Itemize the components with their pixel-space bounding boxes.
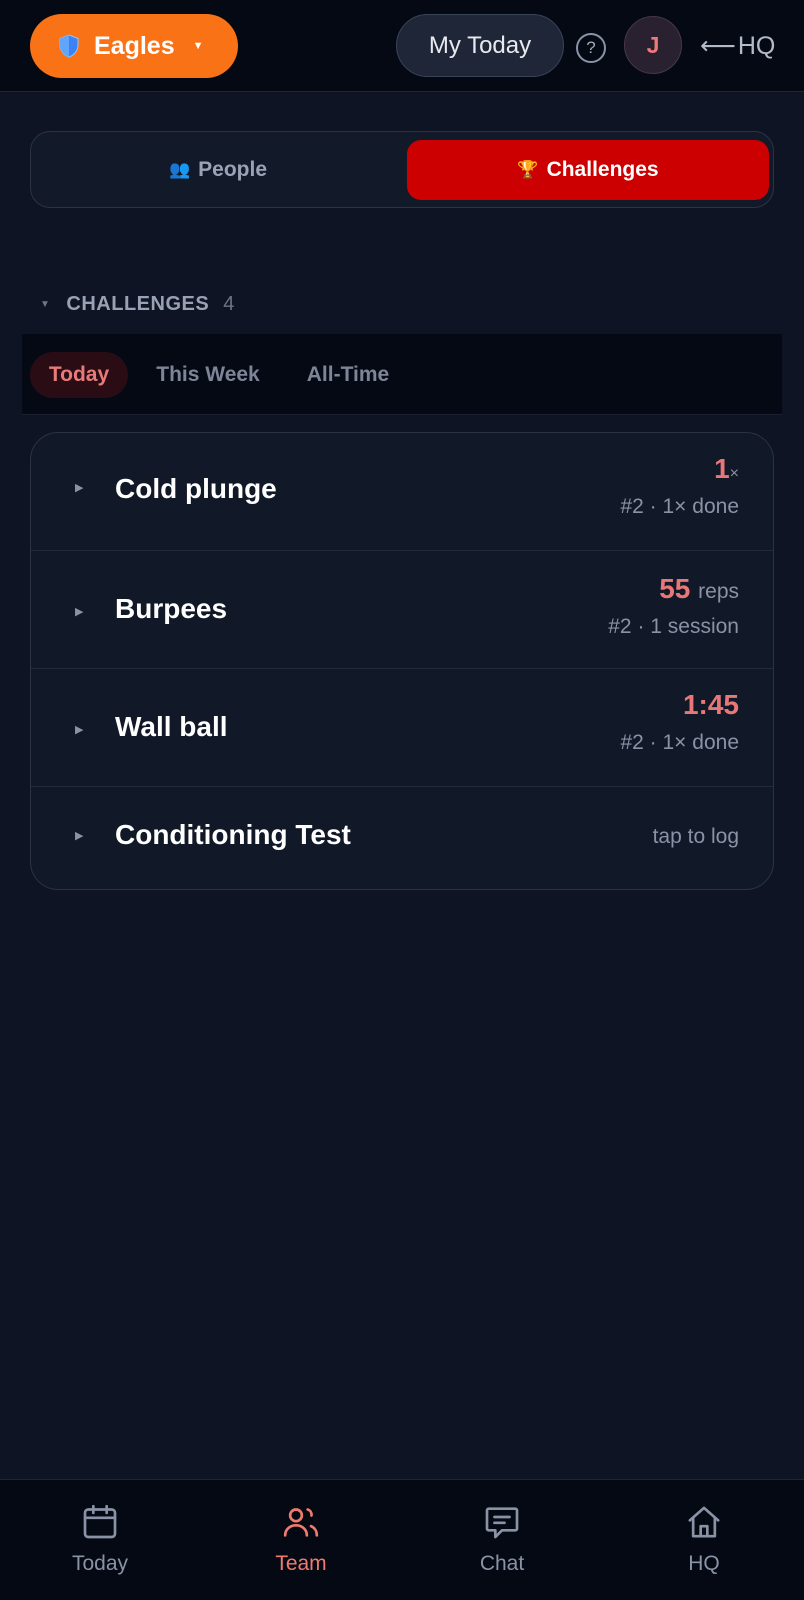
tab-people-label: People — [198, 158, 268, 181]
tab-all-time[interactable]: All-Time — [294, 352, 402, 398]
tap-to-log-hint: tap to log — [652, 825, 739, 848]
nav-hq[interactable]: HQ — [644, 1502, 764, 1582]
challenge-name: Cold plunge — [115, 473, 277, 504]
time-range-tabs: Today This Week All-Time — [22, 334, 782, 415]
challenge-meta: #2 · 1× done — [620, 495, 739, 518]
challenge-row[interactable]: ▶ Conditioning Test tap to log — [31, 787, 773, 889]
nav-hq-label: HQ — [688, 1552, 720, 1575]
avatar[interactable]: J — [624, 16, 682, 74]
collapse-triangle-icon: ▼ — [40, 298, 51, 310]
tab-today[interactable]: Today — [30, 352, 128, 398]
team-selector-button[interactable]: Eagles ▼ — [30, 14, 238, 78]
help-icon[interactable]: ? — [576, 33, 606, 63]
team-name: Eagles — [94, 31, 175, 60]
challenges-section-header[interactable]: ▼ CHALLENGES 4 — [40, 291, 235, 317]
challenges-list: ▶ Cold plunge 1× #2 · 1× done ▶ Burpees … — [30, 432, 774, 890]
tab-people[interactable]: 👥 People — [37, 140, 399, 200]
challenge-meta: #2 · 1× done — [620, 731, 739, 754]
section-title: CHALLENGES — [66, 292, 210, 315]
chat-icon — [485, 1507, 519, 1539]
challenge-name: Burpees — [115, 593, 228, 624]
back-to-hq-link[interactable]: ⟵ HQ — [700, 28, 775, 64]
shield-icon — [59, 34, 79, 58]
expand-arrow-icon: ▶ — [75, 482, 84, 494]
arrow-left-icon: ⟵ — [700, 32, 736, 60]
challenge-name: Conditioning Test — [115, 819, 351, 850]
section-count: 4 — [223, 292, 235, 315]
challenge-value: 1× — [714, 453, 739, 484]
tab-this-week[interactable]: This Week — [146, 352, 270, 398]
tab-challenges-label: Challenges — [546, 158, 659, 181]
challenge-meta: #2 · 1 session — [608, 615, 739, 638]
team-icon — [283, 1508, 319, 1537]
nav-today-label: Today — [71, 1552, 129, 1575]
challenge-row[interactable]: ▶ Wall ball 1:45 #2 · 1× done — [31, 669, 773, 787]
bottom-nav: Today Team Chat HQ — [0, 1479, 804, 1600]
my-today-button[interactable]: My Today — [396, 14, 564, 77]
expand-arrow-icon: ▶ — [75, 606, 84, 618]
home-icon — [688, 1506, 720, 1538]
expand-arrow-icon: ▶ — [75, 830, 84, 842]
view-toggle: 👥 People 🏆 Challenges — [30, 131, 774, 208]
calendar-icon — [83, 1504, 117, 1539]
chevron-down-icon: ▼ — [192, 40, 204, 52]
hq-link-label: HQ — [737, 31, 776, 60]
expand-arrow-icon: ▶ — [75, 724, 84, 736]
challenge-value: 55 reps — [659, 573, 739, 604]
top-bar: Eagles ▼ My Today ? J ⟵ HQ — [0, 0, 804, 92]
people-icon: 👥 — [168, 160, 191, 179]
challenge-value: 1:45 — [682, 689, 739, 720]
tab-challenges[interactable]: 🏆 Challenges — [407, 140, 769, 200]
challenge-name: Wall ball — [115, 711, 228, 742]
nav-today[interactable]: Today — [40, 1502, 160, 1582]
nav-team-label: Team — [275, 1552, 327, 1575]
nav-team[interactable]: Team — [241, 1502, 361, 1582]
trophy-icon: 🏆 — [517, 160, 539, 179]
challenge-row[interactable]: ▶ Cold plunge 1× #2 · 1× done — [31, 433, 773, 551]
nav-chat[interactable]: Chat — [442, 1502, 562, 1582]
nav-chat-label: Chat — [479, 1552, 525, 1575]
challenge-row[interactable]: ▶ Burpees 55 reps #2 · 1 session — [31, 551, 773, 669]
